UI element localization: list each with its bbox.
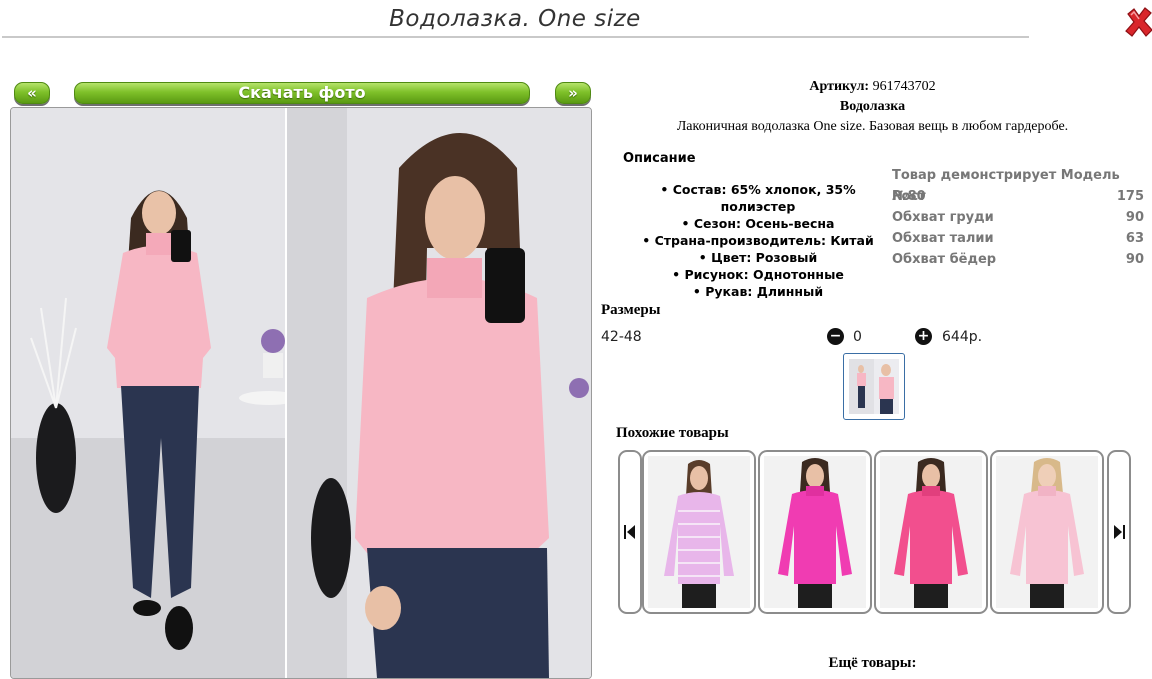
page-title: Водолазка. One size [389, 6, 641, 32]
photo-thumbnail[interactable] [843, 353, 905, 420]
sizes-heading: Размеры [601, 302, 661, 318]
product-photo-closeup[interactable] [287, 108, 591, 678]
prev-photo-button[interactable]: « [14, 82, 50, 104]
product-photo-gallery [10, 107, 592, 679]
quantity-value: 0 [853, 329, 862, 345]
similar-product-card[interactable] [758, 450, 872, 614]
title-divider [2, 36, 1029, 38]
plus-circle-icon[interactable]: + [915, 328, 932, 345]
article-line: Артикул: 961743702 [600, 79, 1145, 95]
similar-product-card[interactable] [642, 450, 756, 614]
download-photo-button[interactable]: Скачать фото [74, 82, 530, 104]
model-measurements: Товар демонстрирует Модель №80 Рост 175 О… [892, 165, 1144, 270]
specs-list: Состав: 65% хлопок, 35% полиэстер Сезон:… [623, 181, 893, 300]
similar-product-card[interactable] [874, 450, 988, 614]
product-name: Водолазка [839, 99, 906, 114]
close-icon [1125, 7, 1152, 37]
minus-circle-icon[interactable]: − [827, 328, 844, 345]
model-row: Обхват бёдер 90 [892, 252, 1144, 267]
similar-heading: Похожие товары [616, 425, 729, 441]
skip-back-icon [624, 525, 635, 539]
more-products-heading: Ещё товары: [828, 655, 917, 671]
article-label: Артикул: [809, 79, 870, 94]
model-row: Обхват талии 63 [892, 231, 1144, 246]
article-value: 961743702 [872, 79, 936, 94]
model-row: Рост 175 [892, 189, 1144, 204]
size-range: 42-48 [601, 329, 642, 345]
spec-item: Рисунок: Однотонные [623, 266, 893, 283]
similar-product-card[interactable] [990, 450, 1104, 614]
similar-next-button[interactable] [1107, 450, 1131, 614]
spec-item: Цвет: Розовый [623, 249, 893, 266]
spec-item: Сезон: Осень-весна [623, 215, 893, 232]
similar-prev-button[interactable] [618, 450, 642, 614]
model-heading: Товар демонстрирует Модель №80 [892, 168, 1120, 204]
next-photo-button[interactable]: » [555, 82, 591, 104]
spec-item: Страна-производитель: Китай [623, 232, 893, 249]
spec-item: Состав: 65% хлопок, 35% полиэстер [623, 181, 893, 215]
model-row: Обхват груди 90 [892, 210, 1144, 225]
specs-heading: Описание [623, 151, 696, 166]
price-value: 644р. [942, 329, 983, 345]
close-button[interactable] [1124, 6, 1152, 38]
skip-forward-icon [1114, 525, 1125, 539]
spec-item: Рукав: Длинный [623, 283, 893, 300]
product-description: Лаконичная водолазка One size. Базовая в… [676, 119, 1069, 134]
product-photo-full-body[interactable] [11, 108, 285, 678]
